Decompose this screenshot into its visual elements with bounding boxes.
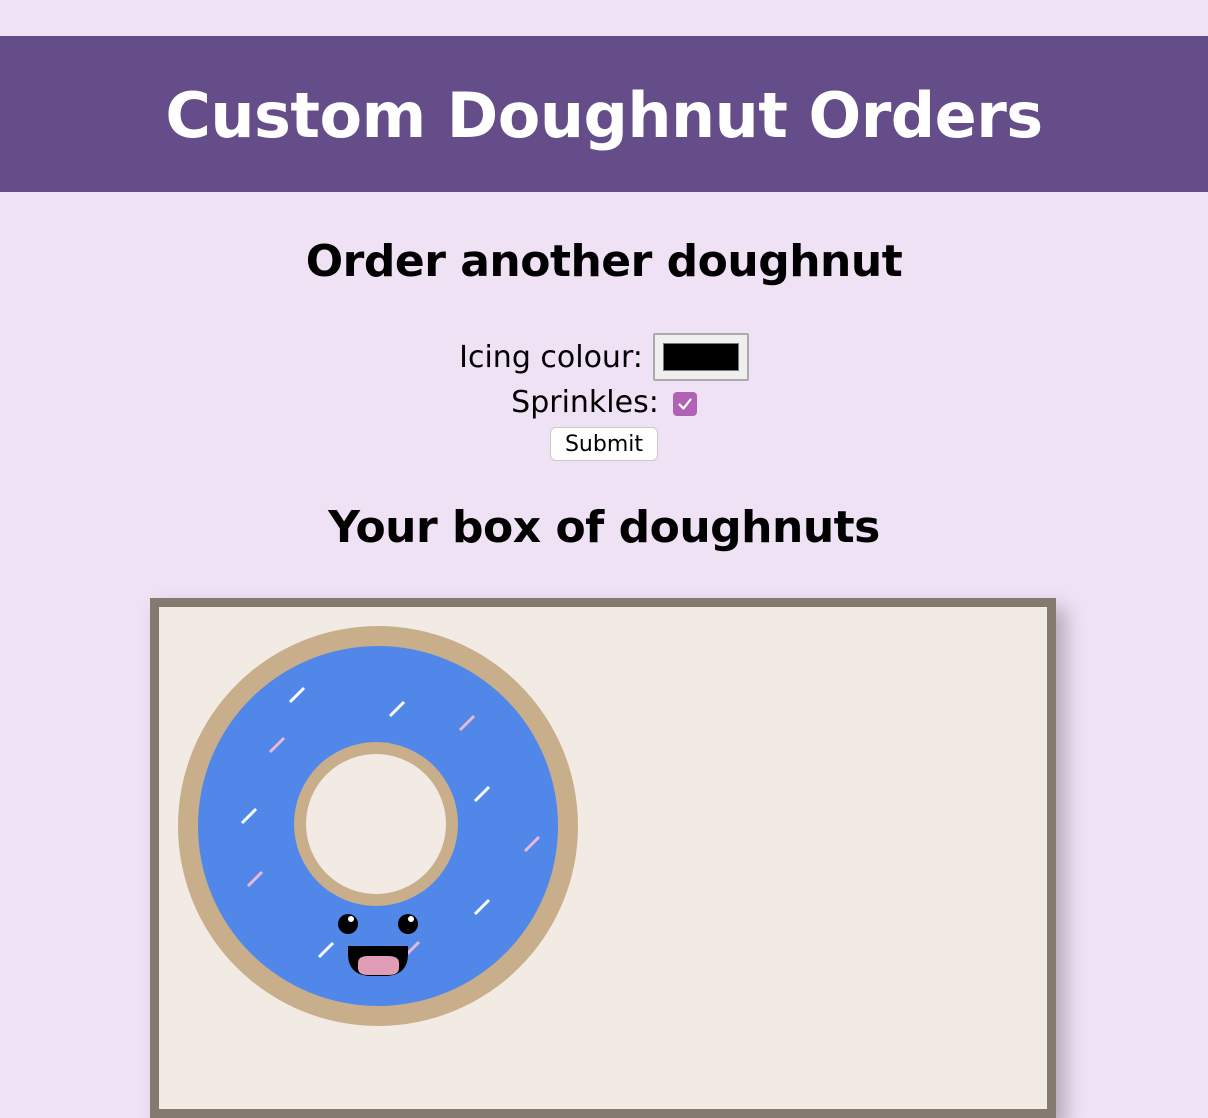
left-eye: [338, 914, 358, 934]
icing-colour-label: Icing colour:: [459, 339, 643, 375]
sprinkles-checkbox[interactable]: [672, 392, 697, 416]
submit-button[interactable]: Submit: [549, 427, 659, 461]
sprinkles-row: Sprinkles:: [0, 380, 1208, 424]
checkmark-icon: [678, 398, 692, 410]
submit-row: Submit: [0, 426, 1208, 462]
tongue: [358, 956, 399, 975]
doughnut-hole: [306, 754, 446, 894]
page-header: Custom Doughnut Orders: [0, 36, 1208, 192]
left-eye-highlight: [348, 916, 354, 922]
icing-colour-picker[interactable]: [652, 333, 749, 381]
right-eye: [398, 914, 418, 934]
icing-colour-row: Icing colour:: [0, 332, 1208, 382]
page-title: Custom Doughnut Orders: [165, 79, 1043, 152]
box-heading: Your box of doughnuts: [328, 502, 880, 553]
doughnut: [178, 626, 578, 1026]
sprinkles-label: Sprinkles:: [511, 384, 659, 420]
order-form-heading: Order another doughnut: [305, 236, 903, 287]
right-eye-highlight: [408, 916, 414, 922]
icing-colour-swatch: [662, 343, 739, 371]
